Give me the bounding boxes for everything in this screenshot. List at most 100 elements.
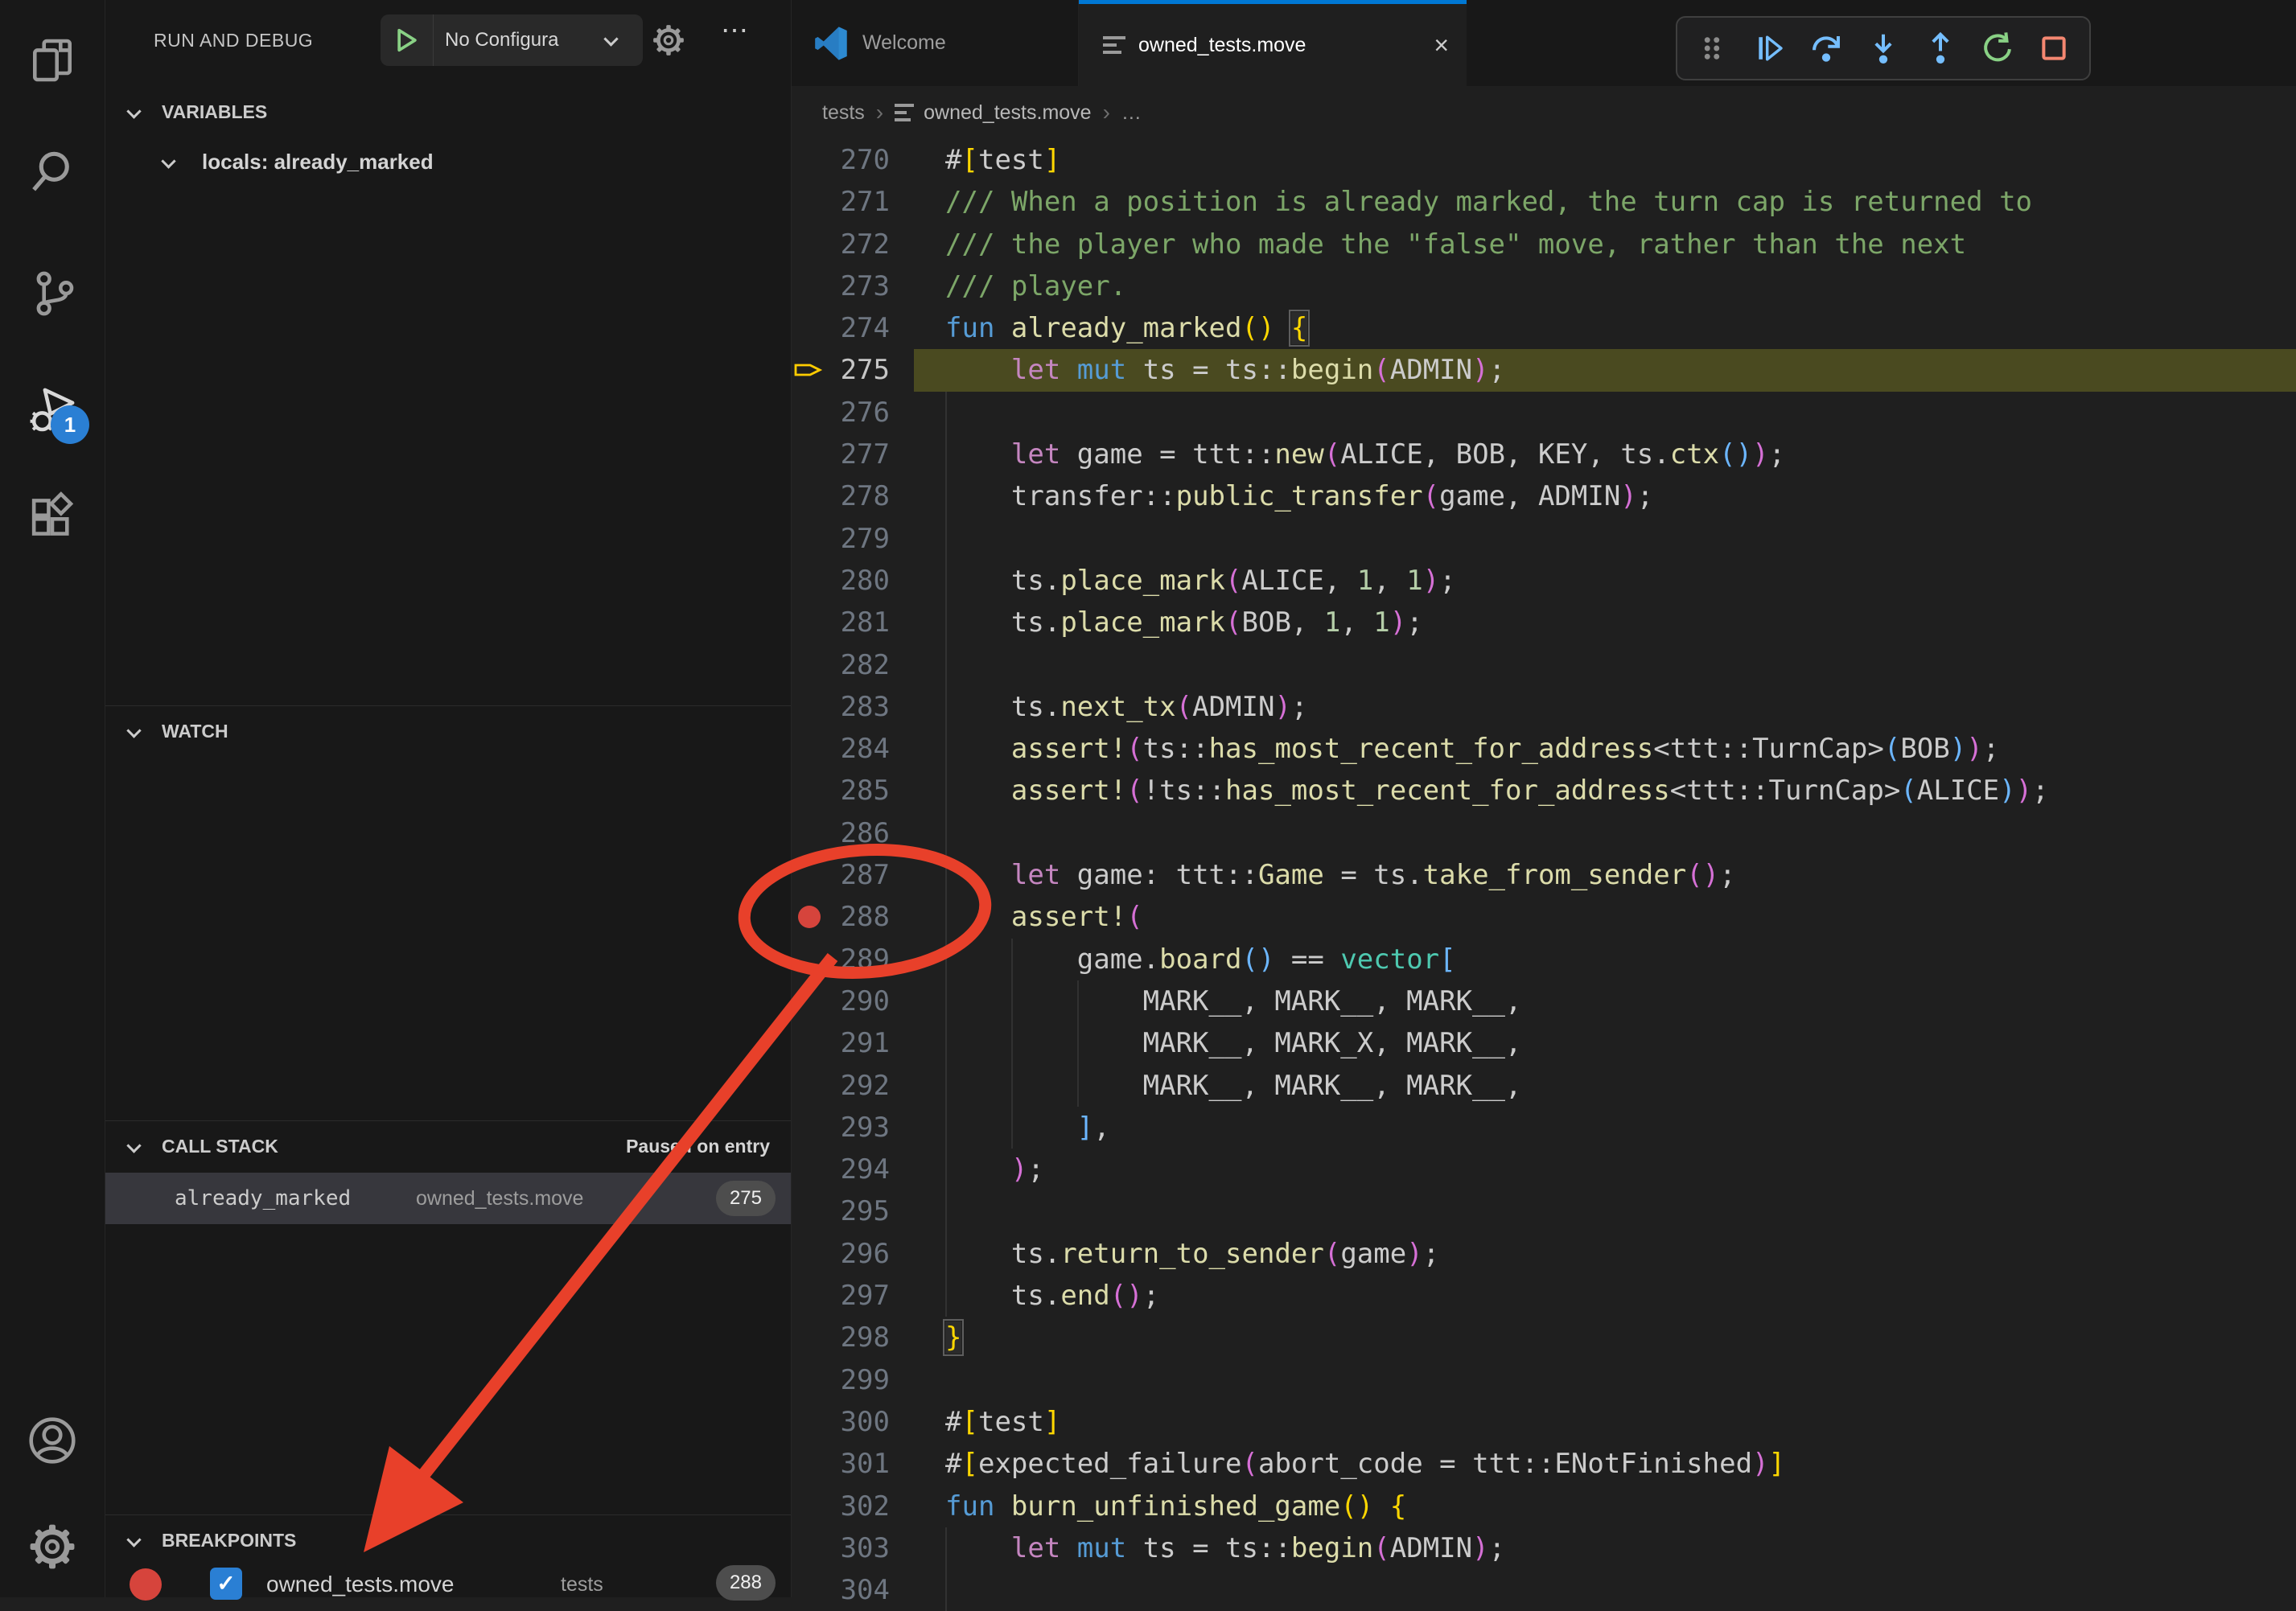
breadcrumb-symbol[interactable]: … (1121, 101, 1142, 125)
code-line: 290 MARK__, MARK__, MARK__, (792, 980, 2296, 1022)
search-icon[interactable] (27, 146, 78, 197)
breakpoint-margin[interactable] (792, 1149, 829, 1190)
watch-section-header[interactable]: WATCH (105, 706, 791, 756)
close-tab-icon[interactable]: × (1434, 32, 1449, 58)
step-out-button[interactable] (1920, 27, 1961, 69)
line-number: 295 (829, 1190, 890, 1232)
line-number: 294 (829, 1149, 890, 1190)
line-number: 290 (829, 980, 890, 1022)
breakpoint-margin[interactable] (792, 1569, 829, 1611)
breakpoint-margin[interactable] (792, 518, 829, 560)
editor-group: Welcome owned_tests.move × (791, 0, 2296, 1597)
line-number: 277 (829, 434, 890, 475)
breakpoint-margin[interactable] (792, 896, 829, 938)
stop-button[interactable] (2033, 27, 2075, 69)
views-more-actions-icon[interactable]: ⋯ (721, 14, 748, 47)
line-number: 279 (829, 518, 890, 560)
variables-section-header[interactable]: VARIABLES (105, 87, 791, 137)
breakpoint-margin[interactable] (792, 854, 829, 896)
chevron-down-icon (126, 1532, 141, 1547)
breakpoint-margin[interactable] (792, 728, 829, 770)
code-line: 277 let game = ttt::new(ALICE, BOB, KEY,… (792, 434, 2296, 475)
account-icon[interactable] (27, 1415, 78, 1466)
breakpoint-margin[interactable] (792, 224, 829, 265)
activity-bar: 1 (0, 0, 105, 1597)
breakpoint-margin[interactable] (792, 181, 829, 223)
breakpoint-margin[interactable] (792, 1022, 829, 1064)
continue-button[interactable] (1748, 27, 1790, 69)
breakpoints-section-header[interactable]: BREAKPOINTS (105, 1515, 791, 1565)
explorer-icon[interactable] (27, 35, 78, 86)
line-number: 293 (829, 1107, 890, 1149)
breakpoint-margin[interactable] (792, 434, 829, 475)
breakpoint-margin[interactable] (792, 1401, 829, 1443)
breakpoint-margin[interactable] (792, 602, 829, 643)
breakpoint-margin[interactable] (792, 1275, 829, 1317)
breakpoint-margin[interactable] (792, 139, 829, 181)
breakpoint-line-badge: 288 (716, 1565, 776, 1601)
variables-scope-locals[interactable]: locals: already_marked (105, 137, 791, 187)
breakpoint-margin[interactable] (792, 686, 829, 728)
breakpoint-margin[interactable] (792, 644, 829, 686)
vscode-logo-icon (814, 27, 848, 60)
start-debugging-icon[interactable] (381, 14, 434, 66)
run-and-debug-sidebar: RUN AND DEBUG No Configura ⋯ VARIABLES l… (105, 0, 791, 1597)
breakpoint-margin[interactable] (792, 1107, 829, 1149)
move-file-icon (895, 100, 914, 125)
code-line: 278 transfer::public_transfer(game, ADMI… (792, 475, 2296, 517)
breadcrumb-file[interactable]: owned_tests.move (924, 101, 1091, 125)
breakpoint-margin[interactable] (792, 939, 829, 980)
breakpoint-margin[interactable] (792, 980, 829, 1022)
breakpoint-margin[interactable] (792, 1190, 829, 1232)
breakpoint-margin[interactable] (792, 1233, 829, 1275)
code-line: 303 let mut ts = ts::begin(ADMIN); (792, 1527, 2296, 1569)
settings-gear-icon[interactable] (27, 1521, 78, 1572)
toolbar-drag-handle-icon[interactable] (1691, 27, 1733, 69)
code-line: 272/// the player who made the "false" m… (792, 224, 2296, 265)
breakpoint-dot-icon[interactable] (798, 906, 821, 928)
breadcrumb-tests[interactable]: tests (822, 101, 865, 125)
breakpoint-margin[interactable] (792, 1486, 829, 1527)
configuration-dropdown[interactable]: No Configura (434, 29, 604, 51)
breakpoint-margin[interactable] (792, 349, 829, 391)
tab-bar: Welcome owned_tests.move × (792, 0, 2296, 86)
line-number: 303 (829, 1527, 890, 1569)
run-and-debug-icon[interactable]: 1 (27, 384, 78, 436)
breakpoint-margin[interactable] (792, 1317, 829, 1358)
breakpoint-margin[interactable] (792, 392, 829, 434)
breakpoint-margin[interactable] (792, 1443, 829, 1485)
breakpoint-margin[interactable] (792, 1065, 829, 1107)
breakpoint-margin[interactable] (792, 560, 829, 602)
code-line: 279 (792, 518, 2296, 560)
step-into-button[interactable] (1862, 27, 1904, 69)
code-line: 287 let game: ttt::Game = ts.take_from_s… (792, 854, 2296, 896)
code-line: 284 assert!(ts::has_most_recent_for_addr… (792, 728, 2296, 770)
breakpoint-margin[interactable] (792, 770, 829, 812)
breakpoint-margin[interactable] (792, 475, 829, 517)
restart-button[interactable] (1977, 27, 2018, 69)
breakpoint-margin[interactable] (792, 1359, 829, 1401)
breakpoint-checkbox[interactable]: ✓ (210, 1568, 242, 1600)
breakpoint-margin[interactable] (792, 812, 829, 854)
tab-welcome[interactable]: Welcome (792, 0, 1079, 86)
tab-owned-tests-move[interactable]: owned_tests.move × (1079, 0, 1467, 86)
step-over-button[interactable] (1805, 27, 1847, 69)
launch-configuration-control[interactable]: No Configura (381, 14, 643, 66)
code-line: 295 (792, 1190, 2296, 1232)
breakpoint-margin[interactable] (792, 1527, 829, 1569)
code-line: 304 (792, 1569, 2296, 1611)
debug-settings-gear-icon[interactable] (651, 23, 686, 62)
code-editor[interactable]: 270#[test]271/// When a position is alre… (792, 139, 2296, 1611)
source-control-icon[interactable] (27, 268, 78, 319)
breakpoint-margin[interactable] (792, 307, 829, 349)
chevron-down-icon (126, 1138, 141, 1153)
call-stack-section-header[interactable]: CALL STACK Paused on entry (105, 1121, 791, 1171)
line-number: 284 (829, 728, 890, 770)
extensions-icon[interactable] (27, 491, 78, 543)
code-line: 294 ); (792, 1149, 2296, 1190)
breakpoint-list-item[interactable]: ✓ owned_tests.move tests 288 (105, 1559, 791, 1610)
code-line: 299 (792, 1359, 2296, 1401)
breakpoint-margin[interactable] (792, 265, 829, 307)
call-stack-frame-row[interactable]: already_marked owned_tests.move 275 (105, 1173, 791, 1224)
sidebar-title: RUN AND DEBUG (154, 0, 313, 80)
